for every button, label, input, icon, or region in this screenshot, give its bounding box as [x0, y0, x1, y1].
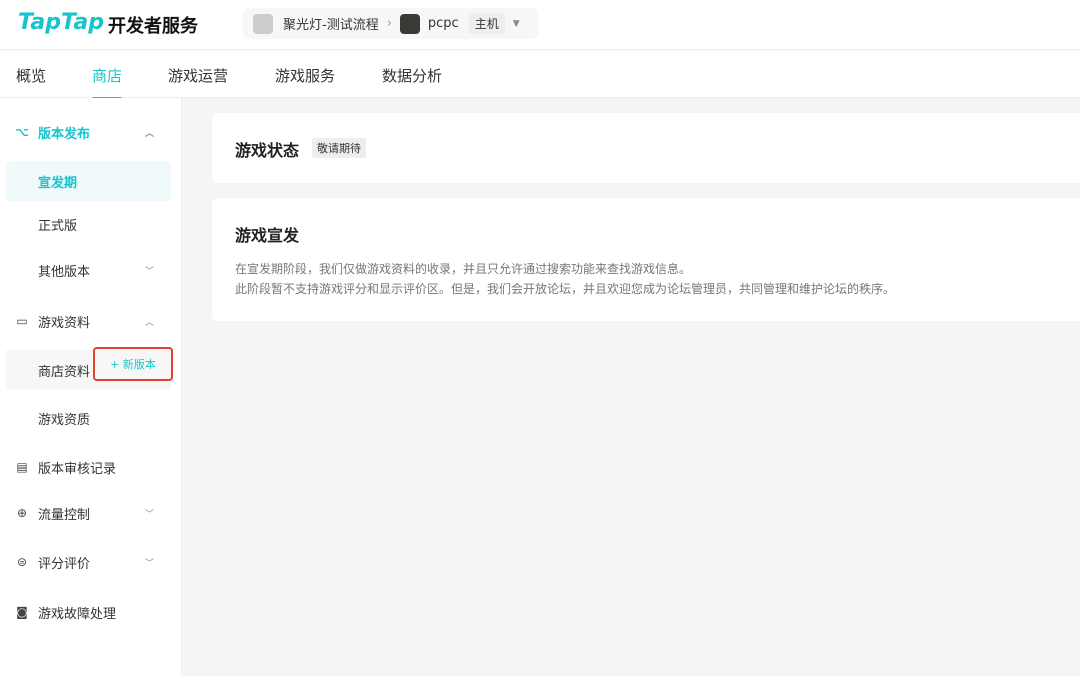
- sidebar-label: 商店资料: [38, 364, 91, 380]
- tab-analytics[interactable]: 数据分析: [382, 65, 442, 86]
- logo[interactable]: TapTap: [18, 10, 104, 35]
- platform-tag: 主机: [468, 13, 505, 34]
- sidebar-label: 正式版: [38, 218, 78, 234]
- archive-icon: ▭: [16, 314, 28, 328]
- chevron-right-icon: ›: [386, 16, 392, 31]
- top-header: TapTap 开发者服务 聚光灯-测试流程 › pcpc 主机 ▼: [0, 0, 1080, 50]
- sidebar-item-official[interactable]: 正式版: [0, 204, 182, 244]
- game-name[interactable]: pcpc: [428, 16, 459, 31]
- caret-down-icon[interactable]: ▼: [513, 19, 520, 29]
- sidebar-label: 游戏故障处理: [38, 606, 117, 622]
- chevron-down-icon: ﹀: [145, 509, 155, 520]
- sidebar-label: 版本审核记录: [38, 461, 117, 477]
- promo-description-1: 在宣发期阶段，我们仅做游戏资料的收录，并且只允许通过搜索功能来查找游戏信息。: [235, 262, 692, 276]
- sidebar-item-qualification[interactable]: 游戏资质: [0, 398, 182, 438]
- sidebar-item-rating[interactable]: ⊜ 评分评价 ﹀: [0, 542, 182, 582]
- sidebar-item-store-info[interactable]: 商店资料 + 新版本: [6, 347, 173, 390]
- sidebar-label: 评分评价: [38, 556, 91, 572]
- chevron-up-icon: ︿: [145, 128, 155, 139]
- sidebar-label: 流量控制: [38, 507, 91, 523]
- project-icon: [253, 13, 273, 34]
- sidebar-label: 其他版本: [38, 264, 91, 280]
- game-promo-card: 游戏宣发 在宣发期阶段，我们仅做游戏资料的收录，并且只允许通过搜索功能来查找游戏…: [212, 198, 1080, 321]
- status-title: 游戏状态: [235, 141, 300, 160]
- tab-services[interactable]: 游戏服务: [275, 65, 335, 86]
- sidebar-item-fault[interactable]: ◙ 游戏故障处理: [0, 592, 182, 632]
- promo-title: 游戏宣发: [235, 226, 300, 245]
- sidebar-item-review[interactable]: ▤ 版本审核记录: [0, 447, 182, 487]
- release-icon: ⌥: [15, 125, 29, 139]
- target-icon: ⊕: [16, 506, 28, 520]
- new-version-button[interactable]: + 新版本: [93, 347, 173, 381]
- sidebar-item-info[interactable]: ▭ 游戏资料 ︿: [0, 301, 182, 341]
- sidebar-item-release[interactable]: ⌥ 版本发布 ︿: [0, 112, 182, 152]
- sidebar-item-preheat[interactable]: 宣发期: [6, 161, 171, 201]
- clipboard-icon: ▤: [16, 460, 28, 474]
- tab-store[interactable]: 商店: [92, 65, 123, 100]
- tab-overview[interactable]: 概览: [16, 65, 46, 86]
- project-name[interactable]: 聚光灯-测试流程: [283, 14, 379, 33]
- fault-icon: ◙: [16, 605, 28, 619]
- promo-description-2: 此阶段暂不支持游戏评分和显示评价区。但是，我们会开放论坛，并且欢迎您成为论坛管理…: [235, 282, 896, 296]
- main-nav: 概览 商店 游戏运营 游戏服务 数据分析: [0, 51, 1080, 100]
- project-switcher[interactable]: 聚光灯-测试流程 › pcpc 主机 ▼: [243, 8, 538, 39]
- comment-icon: ⊜: [16, 555, 28, 569]
- game-avatar: [399, 13, 420, 34]
- chevron-up-icon: ︿: [145, 317, 155, 328]
- sidebar-label: 游戏资料: [38, 315, 91, 331]
- logo-subtitle: 开发者服务: [108, 16, 198, 37]
- sidebar-item-traffic[interactable]: ⊕ 流量控制 ﹀: [0, 493, 182, 533]
- chevron-down-icon: ﹀: [145, 266, 155, 277]
- sidebar: ⌥ 版本发布 ︿ 宣发期 正式版 其他版本 ﹀ ▭ 游戏资料 ︿ 商店资料 + 新…: [0, 98, 182, 676]
- tab-operations[interactable]: 游戏运营: [168, 65, 228, 86]
- sidebar-label: 宣发期: [38, 175, 78, 191]
- sidebar-label: 游戏资质: [38, 412, 91, 428]
- game-status-card: 游戏状态 敬请期待: [212, 113, 1080, 183]
- status-badge: 敬请期待: [312, 138, 366, 158]
- sidebar-label: 版本发布: [38, 126, 91, 142]
- sidebar-item-other[interactable]: 其他版本 ﹀: [0, 250, 182, 290]
- chevron-down-icon: ﹀: [145, 558, 155, 569]
